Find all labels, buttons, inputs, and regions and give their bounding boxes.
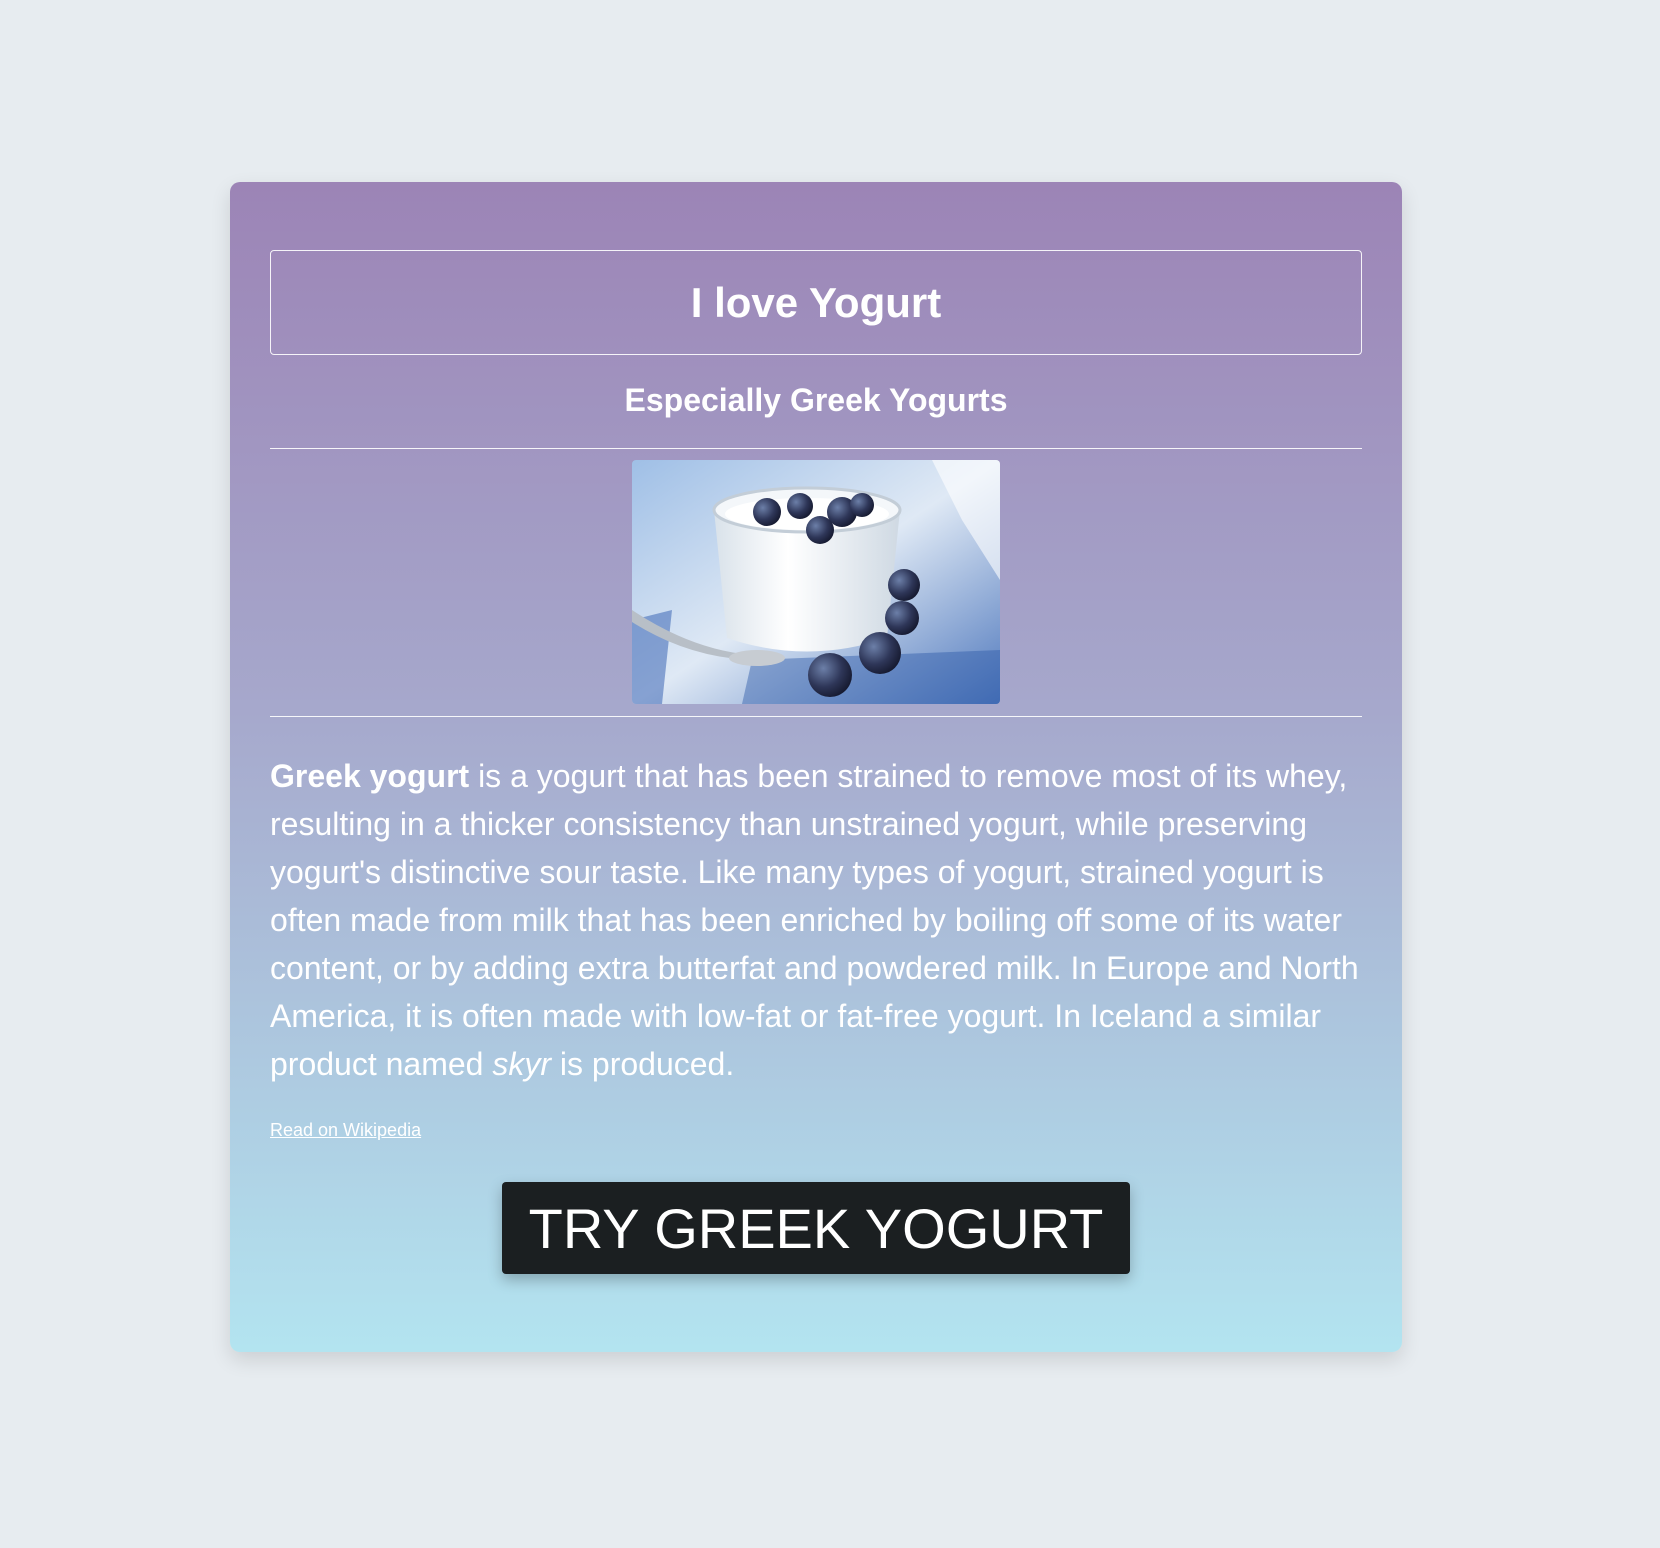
yogurt-image — [632, 460, 1000, 704]
description-text-2: is produced. — [551, 1046, 735, 1082]
try-greek-yogurt-button[interactable]: TRY GREEK YOGURT — [502, 1182, 1130, 1274]
yogurt-card: I love Yogurt Especially Greek Yogurts G… — [230, 182, 1402, 1352]
page-title: I love Yogurt — [690, 278, 942, 326]
wikipedia-link[interactable]: Read on Wikipedia — [270, 1120, 421, 1141]
divider-top — [270, 448, 1362, 449]
description-italic-word: skyr — [492, 1046, 552, 1082]
title-box: I love Yogurt — [270, 250, 1362, 355]
divider-bottom — [270, 716, 1362, 717]
description-lead: Greek yogurt — [270, 758, 470, 794]
description-paragraph: Greek yogurt is a yogurt that has been s… — [270, 752, 1370, 1088]
page-subtitle: Especially Greek Yogurts — [624, 382, 1008, 418]
description-text-1: is a yogurt that has been strained to re… — [270, 758, 1359, 1082]
